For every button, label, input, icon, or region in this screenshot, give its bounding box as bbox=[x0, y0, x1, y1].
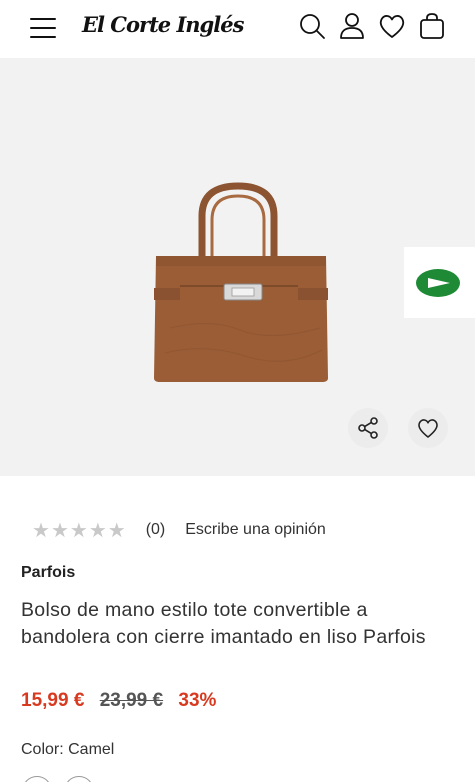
star-icon: ★ bbox=[69, 518, 88, 542]
brand-logo[interactable]: El Corte Inglés bbox=[82, 12, 244, 37]
color-swatch[interactable] bbox=[22, 776, 52, 782]
promo-badge[interactable] bbox=[404, 247, 475, 318]
menu-icon-bar bbox=[30, 27, 56, 29]
menu-button[interactable] bbox=[28, 16, 58, 40]
wishlist-button[interactable] bbox=[377, 11, 407, 41]
share-button[interactable] bbox=[348, 408, 388, 448]
star-icon: ★ bbox=[107, 518, 126, 542]
star-icon: ★ bbox=[32, 518, 50, 542]
star-icon: ★ bbox=[50, 518, 69, 542]
price-row: 15,99 € 23,99 € 33% bbox=[21, 690, 216, 712]
favorite-button[interactable] bbox=[408, 408, 448, 448]
product-gallery[interactable] bbox=[0, 58, 475, 476]
share-icon bbox=[358, 417, 378, 439]
rating-stars: ★ ★ ★ ★ ★ bbox=[32, 520, 126, 540]
write-review-link[interactable]: Escribe una opinión bbox=[185, 521, 326, 539]
color-label: Color: Camel bbox=[21, 741, 115, 758]
product-brand[interactable]: Parfois bbox=[21, 564, 75, 582]
rating-count: (0) bbox=[145, 521, 166, 538]
user-icon bbox=[340, 13, 364, 39]
heart-icon bbox=[418, 419, 438, 438]
product-title: Bolso de mano estilo tote convertible a … bbox=[21, 599, 426, 648]
search-icon bbox=[300, 14, 325, 39]
promo-arrow-icon bbox=[416, 269, 460, 297]
search-button[interactable] bbox=[297, 11, 327, 41]
current-price: 15,99 € bbox=[21, 690, 85, 711]
original-price: 23,99 € bbox=[99, 690, 164, 711]
account-button[interactable] bbox=[337, 11, 367, 41]
color-swatch[interactable] bbox=[64, 776, 94, 782]
discount-badge: 33% bbox=[178, 690, 217, 711]
star-icon: ★ bbox=[88, 518, 107, 542]
site-header: El Corte Inglés bbox=[0, 0, 475, 58]
menu-icon-bar bbox=[30, 18, 56, 20]
product-image[interactable] bbox=[150, 178, 332, 388]
rating-row: ★ ★ ★ ★ ★ (0) Escribe una opinión bbox=[32, 519, 326, 541]
heart-icon bbox=[379, 15, 405, 38]
cart-button[interactable] bbox=[417, 11, 447, 41]
bag-icon bbox=[420, 13, 444, 39]
menu-icon-bar bbox=[30, 36, 56, 38]
